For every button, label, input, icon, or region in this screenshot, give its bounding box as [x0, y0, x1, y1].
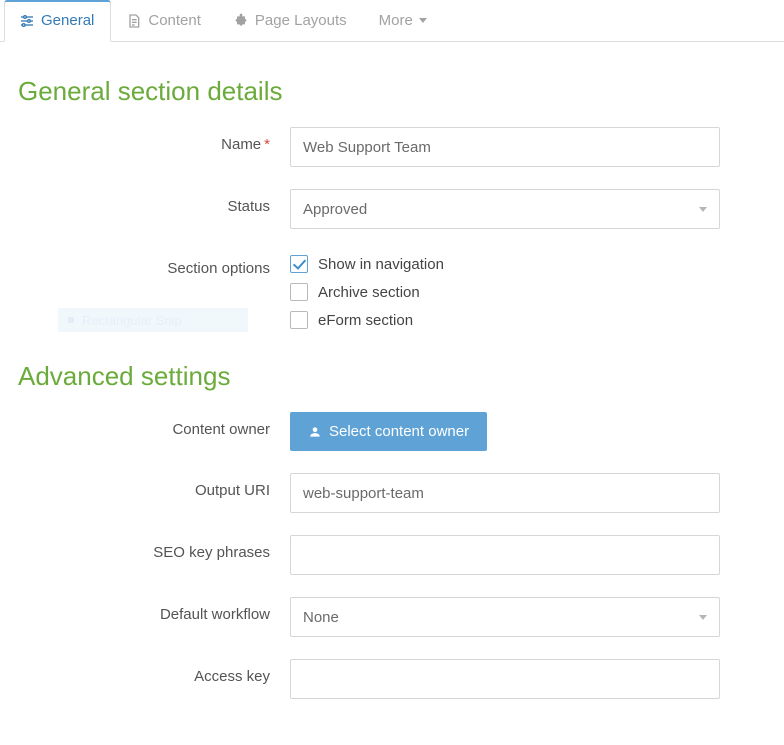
option-show-in-navigation[interactable]: Show in navigation: [290, 255, 720, 273]
option-label: Show in navigation: [318, 256, 444, 273]
button-label: Select content owner: [329, 423, 469, 440]
puzzle-icon: [233, 13, 249, 29]
content-owner-label: Content owner: [18, 412, 290, 438]
output-uri-input[interactable]: [290, 473, 720, 513]
advanced-settings-title: Advanced settings: [18, 361, 760, 392]
chevron-down-icon: [699, 615, 707, 620]
tab-general[interactable]: General: [4, 0, 111, 42]
required-asterisk: *: [264, 136, 270, 153]
default-workflow-value: None: [303, 609, 339, 626]
form-content: General section details Name* Status App…: [0, 50, 784, 745]
status-select[interactable]: Approved: [290, 189, 720, 229]
tab-content[interactable]: Content: [111, 0, 218, 42]
name-label: Name*: [18, 127, 290, 153]
option-archive-section[interactable]: Archive section: [290, 283, 720, 301]
checkbox-icon: [290, 283, 308, 301]
checkbox-icon: [290, 311, 308, 329]
default-workflow-label: Default workflow: [18, 597, 290, 623]
sliders-icon: [19, 13, 35, 29]
tab-more[interactable]: More: [364, 0, 444, 42]
chevron-down-icon: [419, 18, 427, 23]
user-icon: [308, 425, 322, 439]
access-key-input[interactable]: [290, 659, 720, 699]
checkbox-icon: [290, 255, 308, 273]
document-icon: [126, 13, 142, 29]
option-label: Archive section: [318, 284, 420, 301]
tab-more-label: More: [379, 12, 413, 29]
seo-key-phrases-label: SEO key phrases: [18, 535, 290, 561]
status-label: Status: [18, 189, 290, 215]
default-workflow-select[interactable]: None: [290, 597, 720, 637]
access-key-label: Access key: [18, 659, 290, 685]
tab-page-layouts[interactable]: Page Layouts: [218, 0, 364, 42]
option-eform-section[interactable]: eForm section: [290, 311, 720, 329]
option-label: eForm section: [318, 312, 413, 329]
seo-key-phrases-input[interactable]: [290, 535, 720, 575]
output-uri-label: Output URI: [18, 473, 290, 499]
tab-page-layouts-label: Page Layouts: [255, 12, 347, 29]
tab-general-label: General: [41, 12, 94, 29]
tab-content-label: Content: [148, 12, 201, 29]
chevron-down-icon: [699, 207, 707, 212]
tab-bar: General Content Page Layouts More: [0, 0, 784, 42]
general-section-title: General section details: [18, 76, 760, 107]
status-value: Approved: [303, 201, 367, 218]
name-input[interactable]: [290, 127, 720, 167]
select-content-owner-button[interactable]: Select content owner: [290, 412, 487, 451]
section-options-label: Section options: [18, 251, 290, 277]
